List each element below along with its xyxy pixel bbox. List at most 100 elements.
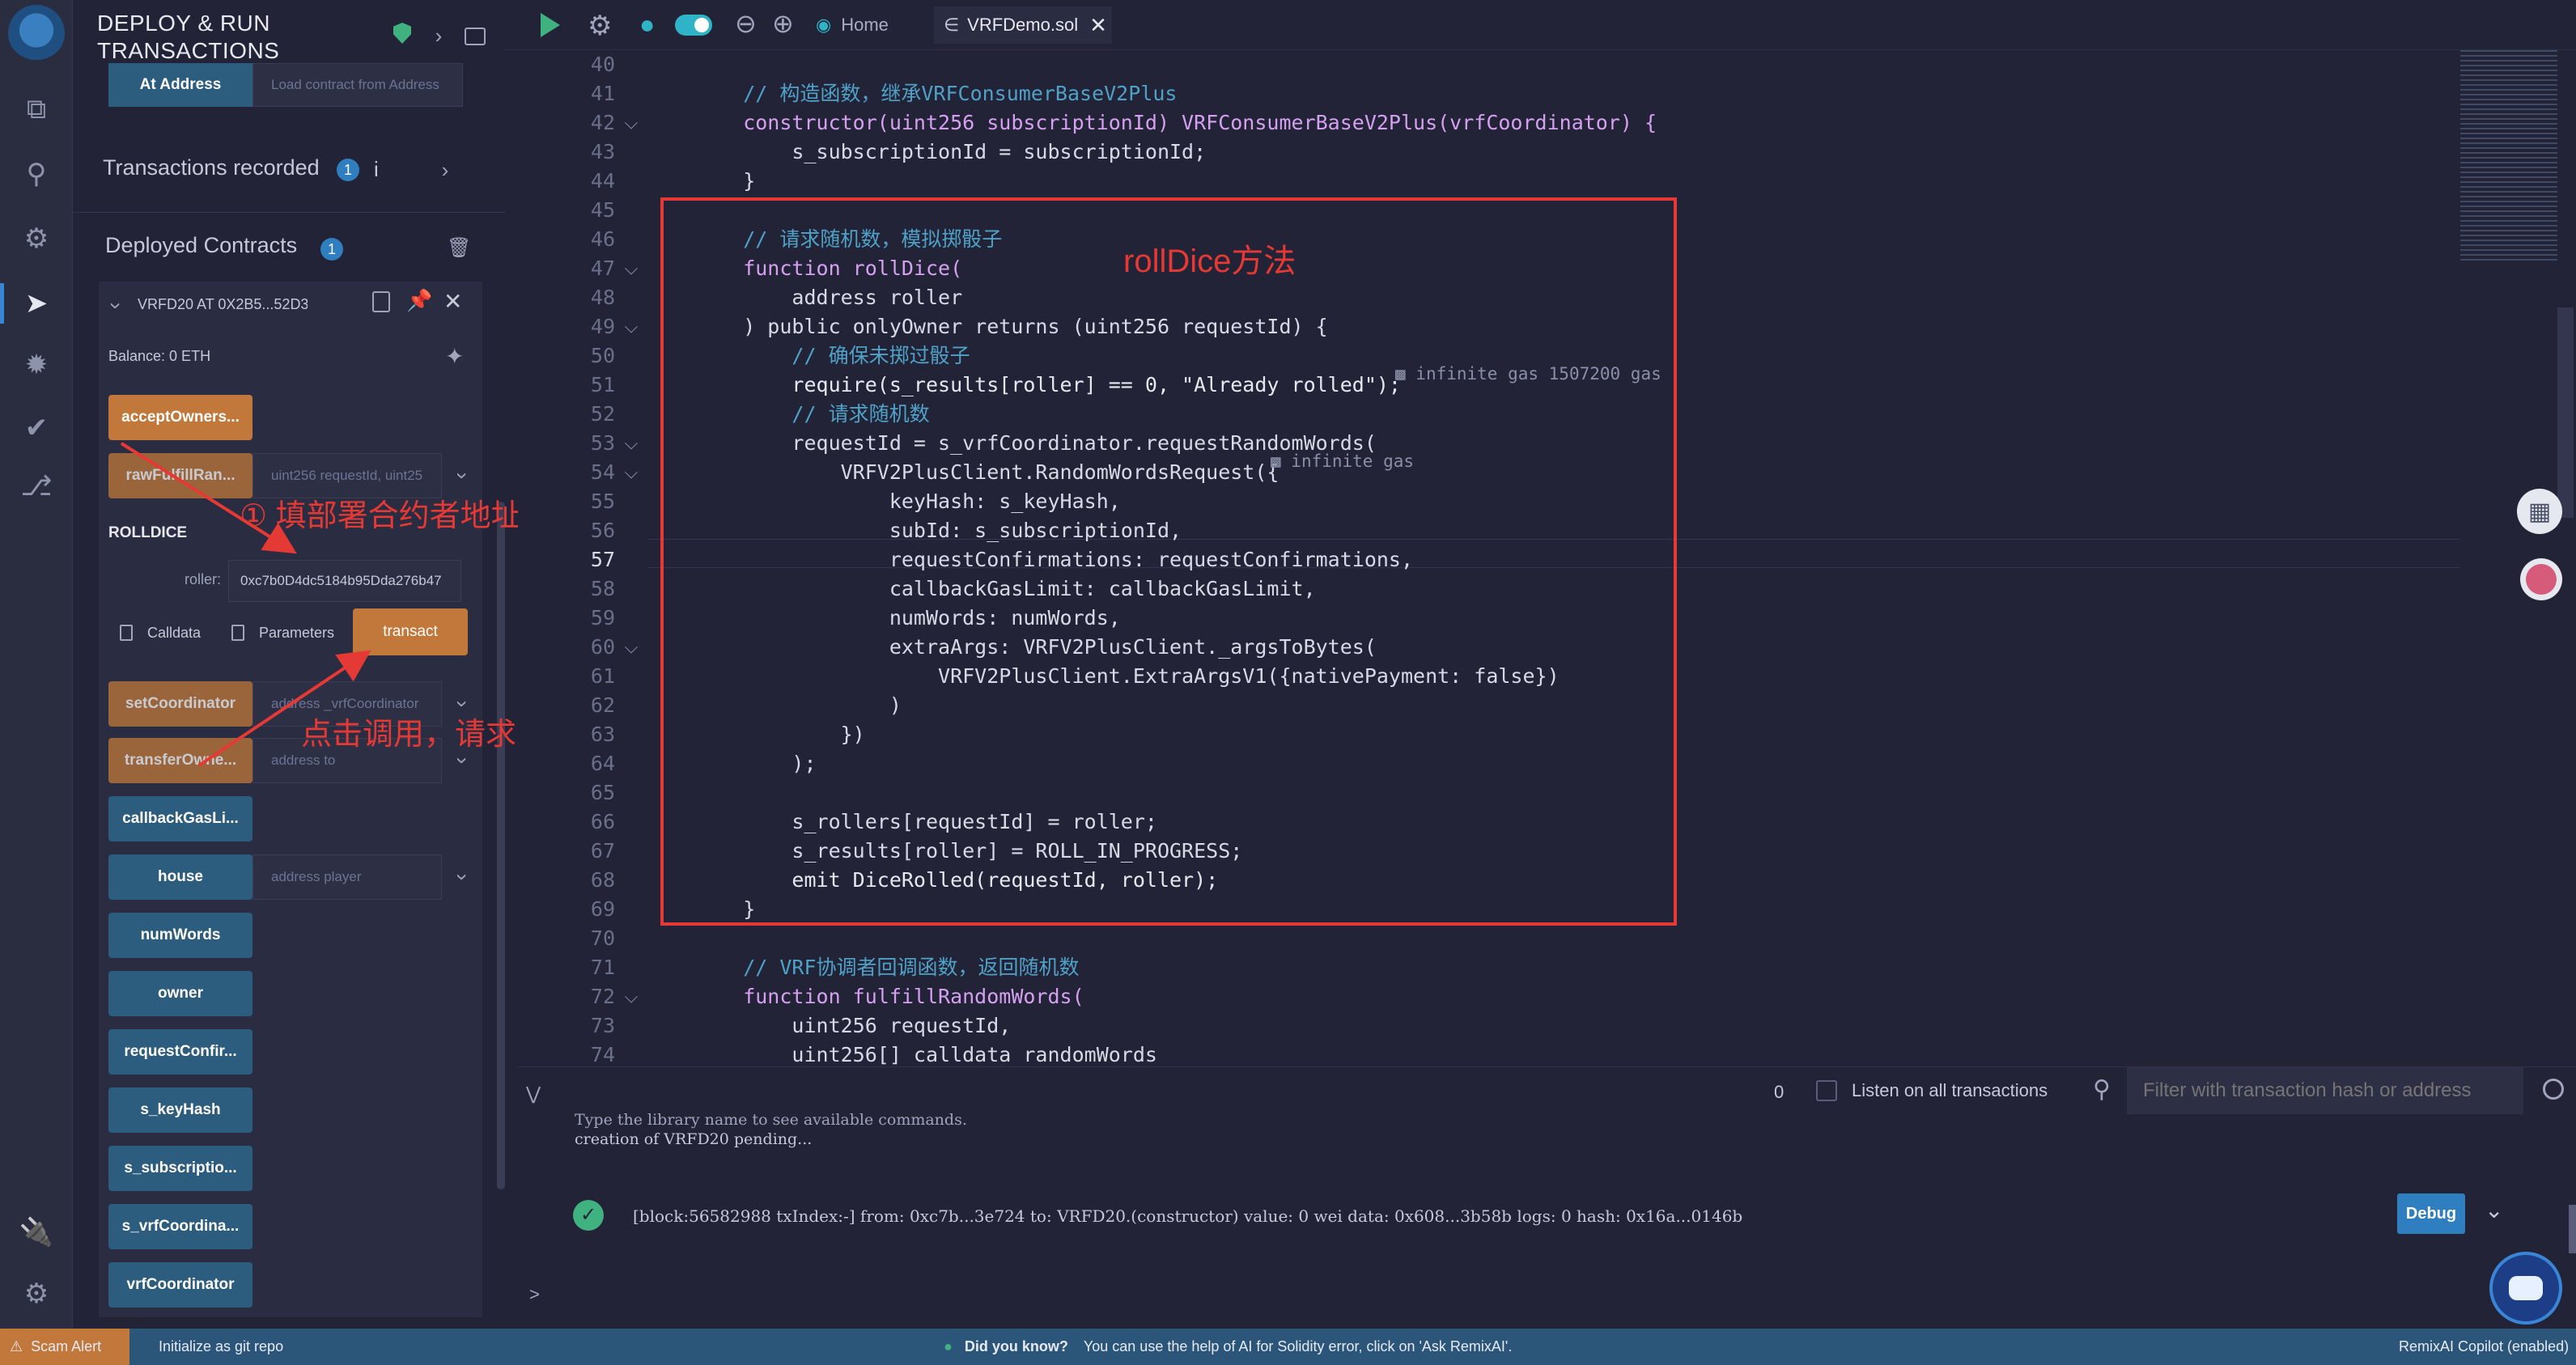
pin-icon[interactable]: 📌 bbox=[406, 288, 432, 313]
fold-chevron-icon[interactable]: ⌵ bbox=[615, 312, 647, 341]
rolldice-heading: ROLLDICE bbox=[108, 524, 188, 541]
file-explorer-icon[interactable]: ⧉ bbox=[18, 91, 55, 128]
scam-alert[interactable]: ⚠ Scam Alert bbox=[0, 1329, 129, 1365]
code-line: s_subscriptionId = subscriptionId; bbox=[694, 140, 1207, 163]
chevron-right-icon[interactable]: › bbox=[422, 19, 455, 52]
fn-raw-fulfill-expand-icon[interactable]: › bbox=[447, 460, 479, 492]
panel-toggle-icon[interactable] bbox=[465, 28, 486, 45]
icon-rail: ⧉ ⚲ ⚙ ➤ ✹ ✔ ⎇ 🔌 ⚙ bbox=[0, 0, 73, 1329]
deploy-run-icon[interactable]: ➤ bbox=[18, 285, 55, 322]
tests-icon[interactable]: ✔ bbox=[18, 409, 55, 447]
info-icon[interactable]: i bbox=[374, 157, 379, 182]
translate-icon[interactable] bbox=[2520, 558, 2562, 600]
tip-text: You can use the help of AI for Solidity … bbox=[1083, 1338, 1513, 1354]
fn-callback-gas-limit-button[interactable]: callbackGasLi... bbox=[108, 796, 253, 841]
copilot-status[interactable]: RemixAI Copilot (enabled) bbox=[2399, 1338, 2569, 1355]
zoom-in-icon[interactable]: ⊕ bbox=[772, 8, 794, 39]
tab-vrfdemo[interactable]: ∈ VRFDemo.sol ✕ bbox=[934, 6, 1112, 44]
fn-set-coordinator-button[interactable]: setCoordinator bbox=[108, 681, 253, 727]
tip-area: ● Did you know? You can use the help of … bbox=[944, 1338, 1512, 1355]
parameters-button[interactable]: Parameters bbox=[259, 625, 334, 642]
settings-gear-icon[interactable]: ⚙ bbox=[18, 1275, 55, 1312]
fold-chevron-icon[interactable]: ⌵ bbox=[615, 429, 647, 458]
compile-settings-icon[interactable]: ⚙ bbox=[588, 10, 612, 42]
instance-collapse-icon[interactable]: › bbox=[100, 290, 133, 322]
search-icon[interactable]: ⚲ bbox=[18, 155, 55, 193]
fn-house-expand-icon[interactable]: › bbox=[447, 861, 479, 893]
compiler-icon[interactable]: ⚙ bbox=[18, 220, 55, 257]
calldata-copy-icon[interactable] bbox=[120, 625, 133, 641]
listen-checkbox[interactable] bbox=[1816, 1080, 1837, 1101]
transactions-recorded-label[interactable]: Transactions recorded bbox=[103, 155, 320, 180]
fn-vrf-coordinator-button[interactable]: vrfCoordinator bbox=[108, 1262, 253, 1308]
fn-house-button[interactable]: house bbox=[108, 854, 253, 900]
git-init-link[interactable]: Initialize as git repo bbox=[159, 1338, 283, 1355]
line-number: 54 bbox=[590, 460, 615, 484]
fn-transfer-ownership-button[interactable]: transferOwne... bbox=[108, 738, 253, 783]
transactions-expand-icon[interactable]: › bbox=[429, 154, 461, 186]
terminal-filter-input[interactable] bbox=[2127, 1067, 2523, 1114]
warning-icon: ⚠ bbox=[10, 1338, 23, 1354]
code-line: uint256[] calldata randomWords bbox=[694, 1043, 1157, 1066]
fold-chevron-icon[interactable]: ⌵ bbox=[615, 254, 647, 283]
fold-chevron-icon[interactable]: ⌵ bbox=[615, 982, 647, 1011]
zoom-out-icon[interactable]: ⊖ bbox=[735, 8, 757, 39]
sparkle-icon[interactable]: ✦ bbox=[445, 343, 464, 370]
minimap[interactable] bbox=[2460, 50, 2557, 261]
fn-owner-button[interactable]: owner bbox=[108, 971, 253, 1016]
line-number: 66 bbox=[590, 810, 615, 833]
fn-num-words-button[interactable]: numWords bbox=[108, 913, 253, 958]
transact-button[interactable]: transact bbox=[353, 608, 468, 655]
fn-raw-fulfill-button[interactable]: rawFulfillRan... bbox=[108, 453, 253, 498]
terminal-search-icon[interactable]: ⚲ bbox=[2093, 1075, 2111, 1104]
remix-logo-icon[interactable] bbox=[8, 5, 65, 61]
fn-house-input[interactable]: address player bbox=[253, 854, 442, 900]
pending-count: 0 bbox=[1774, 1082, 1785, 1102]
debug-button[interactable]: Debug bbox=[2397, 1193, 2465, 1234]
trash-icon[interactable]: 🗑 bbox=[447, 236, 471, 260]
tab-close-icon[interactable]: ✕ bbox=[1089, 13, 1107, 38]
terminal-prompt[interactable]: > bbox=[529, 1284, 540, 1305]
editor-scrollbar[interactable] bbox=[2557, 307, 2574, 518]
annotation-method: rollDice方法 bbox=[1123, 244, 1296, 279]
code-editor[interactable]: 40 41 42 ⌵ 43 44 45 46 47 ⌵ 48 49 ⌵ 50 51 52 53 ⌵ 54 ⌵ 55 56 5… bbox=[518, 50, 2460, 1066]
close-icon[interactable]: ✕ bbox=[443, 288, 462, 315]
at-address-button[interactable]: At Address bbox=[108, 63, 253, 107]
fn-accept-ownership-button[interactable]: acceptOwners... bbox=[108, 395, 253, 440]
side-widget-icon[interactable]: ▦ bbox=[2517, 489, 2562, 534]
git-icon[interactable]: ⎇ bbox=[18, 468, 55, 505]
line-number: 42 bbox=[590, 111, 615, 134]
copy-icon[interactable] bbox=[372, 291, 390, 312]
panel-scrollbar[interactable] bbox=[497, 502, 505, 1189]
line-number: 68 bbox=[590, 868, 615, 892]
terminal-collapse-icon[interactable]: ⋁ bbox=[526, 1083, 541, 1104]
terminal-scrollbar[interactable] bbox=[2569, 1205, 2576, 1253]
fn-subscription-id-button[interactable]: s_subscriptio... bbox=[108, 1146, 253, 1191]
balance-text: Balance: 0 ETH bbox=[108, 348, 211, 364]
calldata-button[interactable]: Calldata bbox=[147, 625, 201, 642]
tx-expand-icon[interactable]: ⌄ bbox=[2485, 1197, 2503, 1223]
fold-chevron-icon[interactable]: ⌵ bbox=[615, 108, 647, 138]
highlight-box-rolldice bbox=[660, 197, 1677, 926]
fn-vrf-coordinator-state-button[interactable]: s_vrfCoordina... bbox=[108, 1204, 253, 1249]
line-number: 40 bbox=[590, 53, 615, 76]
fn-request-confirmations-button[interactable]: requestConfir... bbox=[108, 1029, 253, 1075]
fn-key-hash-button[interactable]: s_keyHash bbox=[108, 1087, 253, 1133]
debugger-icon[interactable]: ✹ bbox=[18, 346, 55, 384]
terminal-line-1: Type the library name to see available c… bbox=[575, 1111, 967, 1129]
fold-chevron-icon[interactable]: ⌵ bbox=[615, 633, 647, 662]
tab-home[interactable]: ◉ Home bbox=[816, 6, 889, 44]
ai-toggle[interactable] bbox=[675, 15, 712, 36]
roller-input[interactable]: 0xc7b0D4dc5184b95Dda276b47 bbox=[228, 560, 461, 602]
scam-alert-label: Scam Alert bbox=[31, 1338, 102, 1354]
run-play-icon[interactable] bbox=[541, 13, 560, 37]
tx-log-line[interactable]: [block:56582988 txIndex:-] from: 0xc7b..… bbox=[633, 1206, 1742, 1226]
at-address-input[interactable]: Load contract from Address bbox=[253, 63, 463, 107]
fold-chevron-icon[interactable]: ⌵ bbox=[615, 458, 647, 487]
parameters-copy-icon[interactable] bbox=[231, 625, 244, 641]
clear-terminal-icon[interactable] bbox=[2543, 1079, 2564, 1100]
ai-robot-icon[interactable]: ● bbox=[639, 10, 655, 40]
plugin-manager-icon[interactable]: 🔌 bbox=[18, 1214, 55, 1251]
shield-icon[interactable] bbox=[393, 23, 411, 44]
remixai-bot-icon[interactable] bbox=[2489, 1252, 2562, 1325]
